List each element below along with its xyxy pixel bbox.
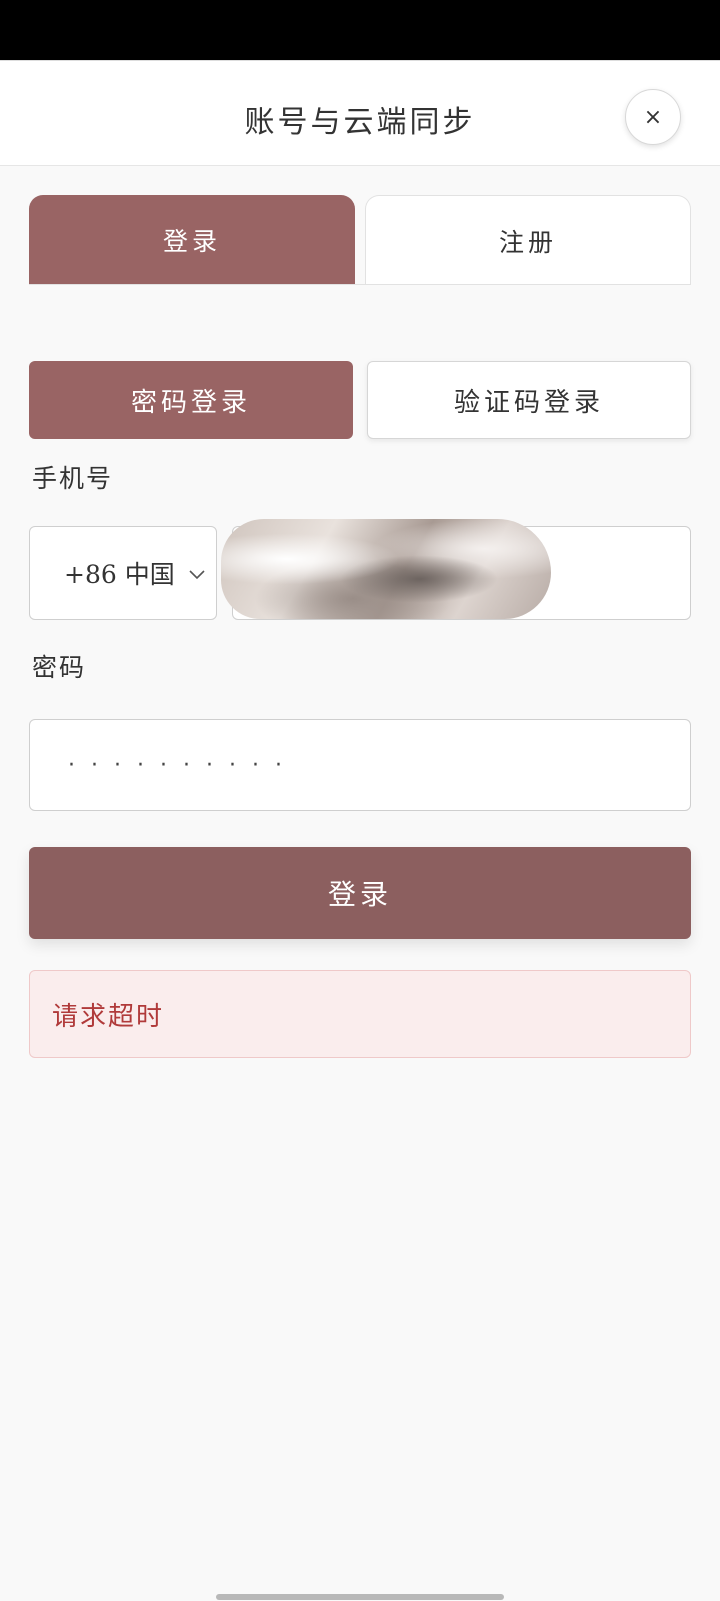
tab-divider [29,284,691,285]
redaction-overlay [221,519,551,619]
password-input[interactable]: ·········· [29,719,691,811]
login-submit-button[interactable]: 登录 [29,847,691,939]
password-masked-value: ·········· [68,752,298,778]
sheet-header: 账号与云端同步 × [0,61,720,166]
page-title: 账号与云端同步 [244,105,476,140]
tab-register[interactable]: 注册 [365,195,691,285]
chevron-down-icon [189,570,205,580]
phone-input[interactable] [221,519,691,620]
error-text: 请求超时 [52,1001,165,1032]
close-button[interactable]: × [625,89,681,145]
sync-login-sheet: 账号与云端同步 × 登录 注册 密码登录 验证码登录 手机号 +86 中国 密码… [0,60,720,1601]
password-login-mode-button[interactable]: 密码登录 [29,361,353,439]
password-label: 密码 [32,653,87,682]
tab-login[interactable]: 登录 [29,195,355,285]
country-code-value: +86 中国 [64,560,174,589]
phone-label: 手机号 [32,464,114,493]
country-code-select[interactable]: +86 中国 [29,526,217,620]
code-login-mode-button[interactable]: 验证码登录 [367,361,691,439]
close-icon: × [643,104,663,130]
status-bar [0,0,720,60]
error-message: 请求超时 [29,970,691,1058]
home-indicator [216,1594,504,1600]
